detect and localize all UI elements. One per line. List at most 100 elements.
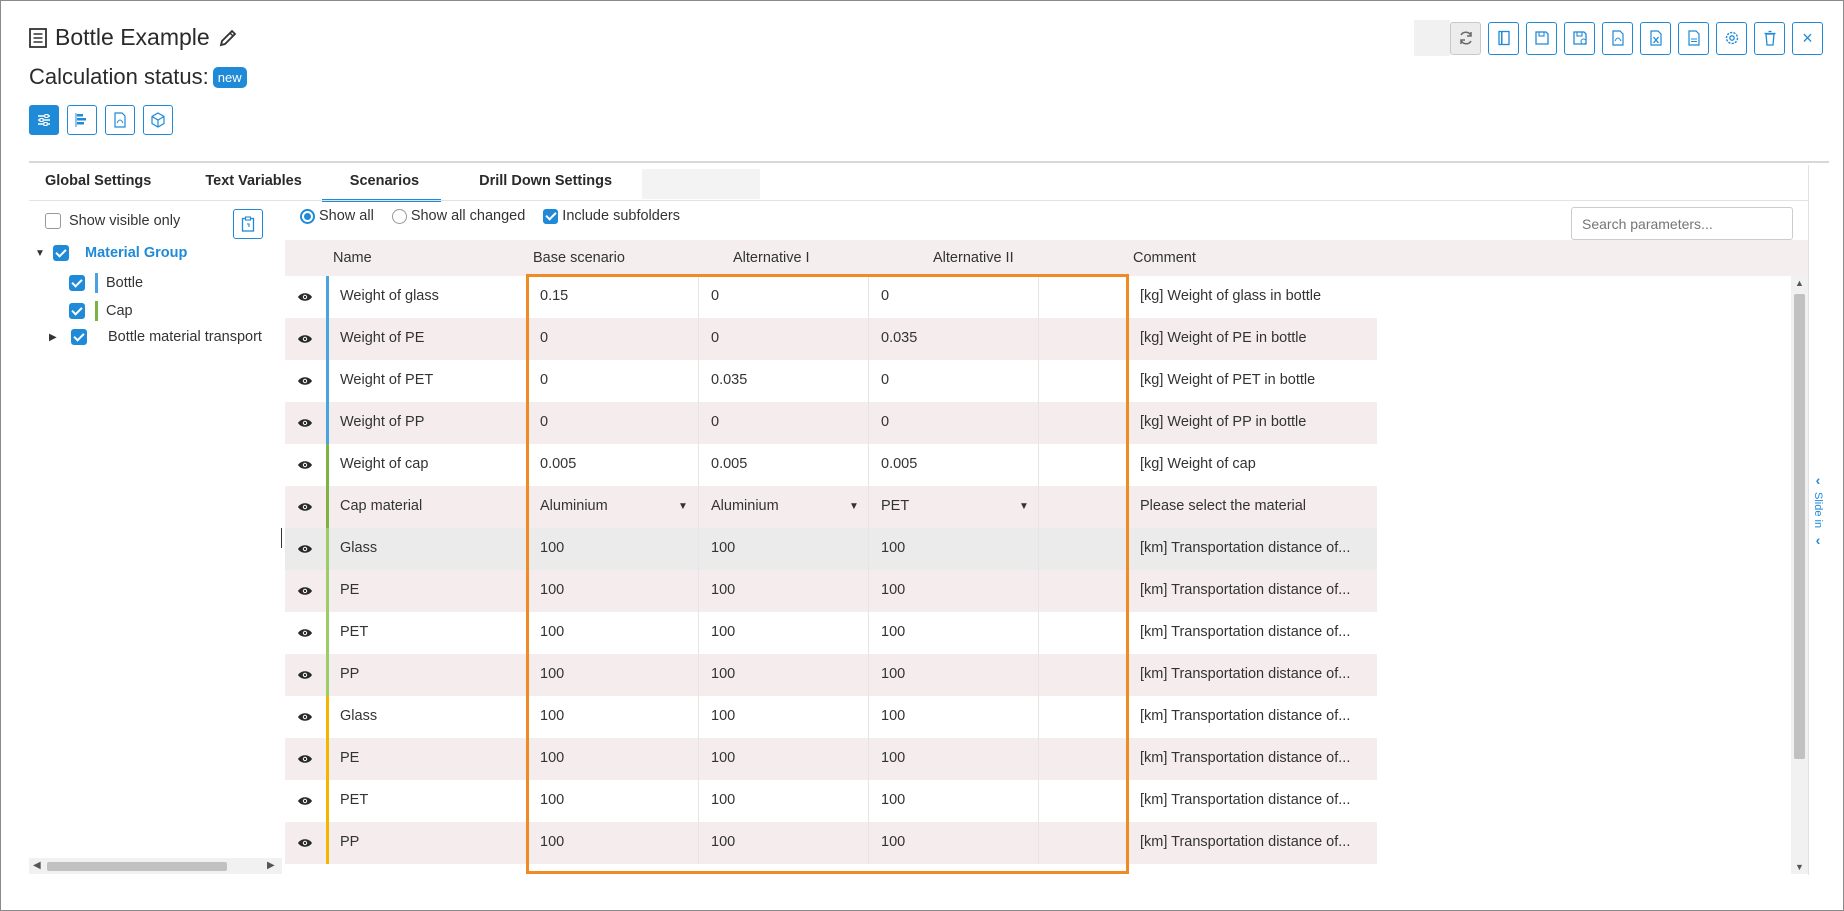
caret-down-icon[interactable]: ▼ bbox=[35, 248, 45, 259]
tree-item-cap[interactable]: Cap bbox=[69, 301, 133, 321]
caret-right-icon[interactable]: ▶ bbox=[49, 332, 59, 343]
eye-icon[interactable] bbox=[297, 333, 313, 345]
tab-drill-down-settings[interactable]: Drill Down Settings bbox=[441, 173, 612, 202]
horizontal-scrollbar[interactable]: ◀ ▶ bbox=[29, 858, 282, 874]
tree-item-bottle-material-transport[interactable]: ▶ Bottle material transport bbox=[49, 329, 262, 345]
parameter-name: Weight of PET bbox=[340, 372, 434, 388]
header-divider bbox=[29, 161, 1829, 163]
title-row: Bottle Example bbox=[29, 24, 238, 51]
eye-icon[interactable] bbox=[297, 753, 313, 765]
parameter-name: PET bbox=[340, 792, 369, 808]
parameter-name: Glass bbox=[340, 540, 378, 556]
comment-cell: [kg] Weight of glass in bottle bbox=[1140, 288, 1322, 304]
eye-icon[interactable] bbox=[297, 417, 313, 429]
search-input[interactable] bbox=[1571, 207, 1793, 240]
eye-icon[interactable] bbox=[297, 459, 313, 471]
clipboard-icon bbox=[241, 216, 255, 232]
tree-checkbox[interactable] bbox=[69, 303, 85, 319]
scrollbar-thumb[interactable] bbox=[47, 862, 227, 871]
close-button[interactable]: × bbox=[1792, 21, 1823, 55]
show-all-changed-option[interactable]: Show all changed bbox=[391, 208, 526, 224]
tab-global-settings[interactable]: Global Settings bbox=[29, 173, 167, 202]
status-badge: new bbox=[212, 66, 247, 88]
tree-checkbox[interactable] bbox=[69, 275, 85, 291]
pencil-icon[interactable] bbox=[218, 28, 238, 48]
scroll-left-icon[interactable]: ◀ bbox=[33, 860, 41, 871]
include-subfolders-option[interactable]: Include subfolders bbox=[543, 208, 680, 224]
eye-icon[interactable] bbox=[297, 291, 313, 303]
pdf-export-button[interactable] bbox=[1602, 21, 1633, 55]
eye-icon[interactable] bbox=[297, 711, 313, 723]
eye-icon[interactable] bbox=[297, 501, 313, 513]
tab-scenarios[interactable]: Scenarios bbox=[321, 173, 442, 202]
notebook-icon bbox=[1497, 30, 1510, 46]
color-marker bbox=[326, 318, 329, 360]
scroll-right-icon[interactable]: ▶ bbox=[267, 860, 275, 871]
include-subfolders-checkbox[interactable] bbox=[543, 208, 559, 224]
column-header-alternative-1[interactable]: Alternative I bbox=[733, 250, 810, 266]
refresh-button[interactable] bbox=[1450, 21, 1481, 55]
show-all-option[interactable]: Show all bbox=[300, 208, 374, 224]
save-button[interactable] bbox=[1526, 21, 1557, 55]
excel-export-icon bbox=[1649, 30, 1662, 46]
table-header: Name Base scenario Alternative I Alterna… bbox=[285, 240, 1808, 276]
eye-icon[interactable] bbox=[297, 795, 313, 807]
refresh-icon bbox=[1459, 31, 1472, 45]
show-all-radio[interactable] bbox=[300, 208, 315, 224]
parameter-name: Glass bbox=[340, 708, 378, 724]
show-visible-only-toggle[interactable]: Show visible only bbox=[45, 213, 180, 229]
tabs-divider bbox=[29, 200, 1809, 201]
comment-cell: [kg] Weight of PE in bottle bbox=[1140, 330, 1307, 346]
scrollbar-thumb[interactable] bbox=[1794, 294, 1805, 759]
settings-icon bbox=[1725, 31, 1738, 45]
tree-checkbox[interactable] bbox=[71, 329, 87, 345]
notebook-button[interactable] bbox=[1488, 21, 1519, 55]
save-as-icon bbox=[1572, 31, 1587, 45]
tree-checkbox[interactable] bbox=[53, 245, 69, 261]
column-header-comment[interactable]: Comment bbox=[1133, 250, 1196, 266]
pdf-export-icon bbox=[1611, 30, 1624, 46]
3d-view-button[interactable] bbox=[143, 105, 173, 135]
tab-text-variables[interactable]: Text Variables bbox=[167, 173, 321, 202]
eye-icon[interactable] bbox=[297, 585, 313, 597]
tree-item-label: Material Group bbox=[85, 245, 188, 261]
column-header-name[interactable]: Name bbox=[333, 250, 372, 266]
column-header-base-scenario[interactable]: Base scenario bbox=[533, 250, 625, 266]
column-header-alternative-2[interactable]: Alternative II bbox=[933, 250, 1014, 266]
structure-view-button[interactable] bbox=[67, 105, 97, 135]
tree-item-bottle[interactable]: Bottle bbox=[69, 273, 143, 293]
eye-icon[interactable] bbox=[297, 627, 313, 639]
show-visible-only-label: Show visible only bbox=[69, 213, 181, 229]
tree-item-material-group[interactable]: ▼ Material Group bbox=[35, 245, 187, 261]
parameter-name: PE bbox=[340, 582, 360, 598]
save-as-button[interactable] bbox=[1564, 21, 1595, 55]
vertical-scrollbar[interactable]: ▲ ▼ bbox=[1791, 276, 1808, 874]
eye-icon[interactable] bbox=[297, 375, 313, 387]
highlight-box bbox=[526, 274, 1129, 874]
comment-cell: [km] Transportation distance of... bbox=[1140, 750, 1351, 766]
tab-placeholder bbox=[642, 169, 761, 199]
settings-button[interactable] bbox=[1716, 21, 1747, 55]
eye-icon[interactable] bbox=[297, 837, 313, 849]
parameters-view-button[interactable] bbox=[29, 105, 59, 135]
delete-button[interactable] bbox=[1754, 21, 1785, 55]
show-all-changed-label: Show all changed bbox=[410, 208, 526, 224]
pdf-view-button[interactable] bbox=[105, 105, 135, 135]
color-marker bbox=[326, 444, 329, 486]
color-marker bbox=[326, 276, 329, 318]
save-icon bbox=[1534, 31, 1549, 45]
scroll-down-icon[interactable]: ▼ bbox=[1795, 862, 1804, 872]
scroll-up-icon[interactable]: ▲ bbox=[1795, 278, 1804, 288]
eye-icon[interactable] bbox=[297, 543, 313, 555]
clipboard-button[interactable] bbox=[233, 209, 263, 239]
eye-icon[interactable] bbox=[297, 669, 313, 681]
excel-export-button[interactable] bbox=[1640, 21, 1671, 55]
show-all-changed-radio[interactable] bbox=[391, 208, 407, 224]
chevron-left-icon: ‹ bbox=[1815, 472, 1821, 488]
csv-export-button[interactable] bbox=[1678, 21, 1709, 55]
parameter-name: PP bbox=[340, 666, 360, 682]
comment-cell: [km] Transportation distance of... bbox=[1140, 792, 1351, 808]
slide-in-panel-toggle[interactable]: ‹ Slide in ‹ bbox=[1811, 472, 1825, 548]
show-visible-only-checkbox[interactable] bbox=[45, 213, 61, 229]
parameter-name: Weight of PP bbox=[340, 414, 425, 430]
